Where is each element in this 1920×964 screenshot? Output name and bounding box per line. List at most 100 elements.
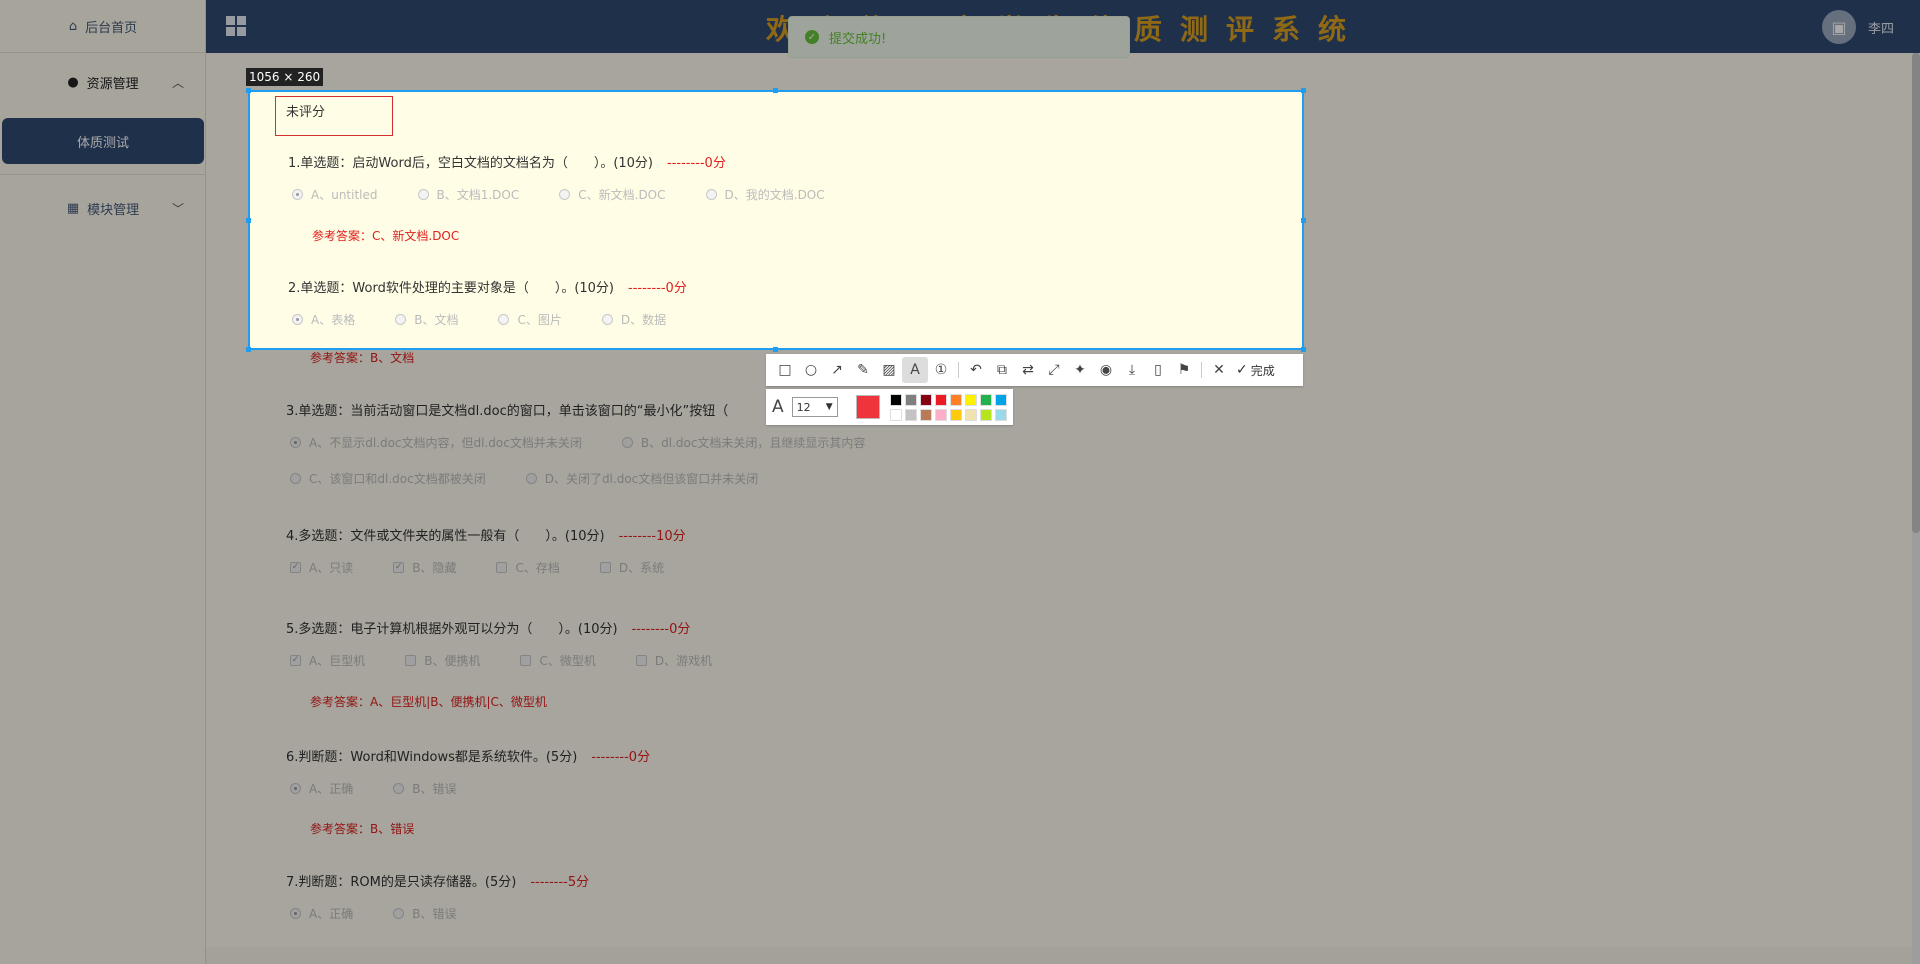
translate-icon[interactable]: ⇄ xyxy=(1015,357,1041,383)
checkbox-option[interactable]: B、便携机 xyxy=(405,652,480,669)
radio-option[interactable]: B、错误 xyxy=(393,780,456,797)
avatar[interactable]: ▣ xyxy=(1822,10,1856,44)
sidebar-item-home[interactable]: ⌂ 后台首页 xyxy=(0,0,206,52)
radio-option[interactable]: C、该窗口和dl.doc文档都被关闭 xyxy=(290,470,486,487)
radio-option[interactable]: A、表格 xyxy=(292,311,355,328)
radio-option[interactable]: D、关闭了dl.doc文档但该窗口并未关闭 xyxy=(525,470,758,487)
radio-button[interactable] xyxy=(498,314,510,325)
color-swatch[interactable] xyxy=(919,393,932,406)
checkbox[interactable] xyxy=(599,562,611,573)
checkbox[interactable] xyxy=(405,655,417,666)
undo-icon[interactable]: ↶ xyxy=(963,357,989,383)
checkbox[interactable] xyxy=(635,655,647,666)
checkbox[interactable] xyxy=(520,655,532,666)
checkbox-option[interactable]: C、存档 xyxy=(496,559,560,576)
color-swatch[interactable] xyxy=(949,393,962,406)
radio-option[interactable]: B、错误 xyxy=(393,905,456,922)
color-swatch[interactable] xyxy=(979,393,992,406)
color-swatch[interactable] xyxy=(889,408,902,421)
radio-button[interactable] xyxy=(290,908,301,919)
checkbox[interactable] xyxy=(496,562,508,573)
color-swatch[interactable] xyxy=(994,393,1007,406)
color-swatch[interactable] xyxy=(919,408,932,421)
font-size-select[interactable]: 12 ▼ xyxy=(791,397,838,417)
radio-button[interactable] xyxy=(417,189,429,200)
checkbox-option[interactable]: ✓ A、巨型机 xyxy=(290,652,365,669)
resize-handle[interactable] xyxy=(773,88,778,93)
checkbox-option[interactable]: D、游戏机 xyxy=(635,652,712,669)
resize-handle[interactable] xyxy=(1301,347,1306,352)
phone-icon[interactable]: ▯ xyxy=(1145,357,1171,383)
rectangle-tool-icon[interactable]: □ xyxy=(772,357,798,383)
radio-button[interactable] xyxy=(393,908,405,919)
pin-icon[interactable]: ✦ xyxy=(1067,357,1093,383)
screenshot-selection[interactable]: 1.单选题：启动Word后，空白文档的文档名为（ ）。(10分) --------… xyxy=(248,90,1304,350)
radio-button[interactable] xyxy=(290,437,301,448)
mosaic-tool-icon[interactable]: ▨ xyxy=(876,357,902,383)
pen-tool-icon[interactable]: ✎ xyxy=(850,357,876,383)
crop-icon[interactable]: ⧉ xyxy=(989,357,1015,383)
menu-grid-icon[interactable] xyxy=(226,16,246,36)
resize-handle[interactable] xyxy=(246,88,251,93)
serial-number-tool-icon[interactable]: ① xyxy=(928,357,954,383)
radio-button[interactable] xyxy=(525,473,537,484)
radio-button[interactable] xyxy=(705,189,717,200)
download-icon[interactable]: ⤓ xyxy=(1119,357,1145,383)
radio-option[interactable]: A、不显示dl.doc文档内容，但dl.doc文档并未关闭 xyxy=(290,434,582,451)
scrollbar-thumb[interactable] xyxy=(1912,53,1920,533)
radio-button[interactable] xyxy=(290,783,301,794)
color-swatch[interactable] xyxy=(934,408,947,421)
radio-option[interactable]: C、图片 xyxy=(498,311,562,328)
user-name[interactable]: 李四 xyxy=(1868,18,1894,37)
resize-handle[interactable] xyxy=(1301,88,1306,93)
text-tool-icon[interactable]: A xyxy=(902,357,928,383)
color-swatch[interactable] xyxy=(994,408,1007,421)
bookmark-icon[interactable]: ⚑ xyxy=(1171,357,1197,383)
checkbox-option[interactable]: ✓ A、只读 xyxy=(290,559,353,576)
ellipse-tool-icon[interactable]: ○ xyxy=(798,357,824,383)
checkbox[interactable]: ✓ xyxy=(290,655,301,666)
radio-option[interactable]: A、untitled xyxy=(292,186,378,203)
current-color-swatch[interactable] xyxy=(855,395,880,419)
color-swatch[interactable] xyxy=(934,393,947,406)
sidebar-item-module[interactable]: ▦ 模块管理 ﹀ xyxy=(0,182,206,234)
radio-button[interactable] xyxy=(292,189,303,200)
resize-handle[interactable] xyxy=(246,347,251,352)
radio-button[interactable] xyxy=(601,314,613,325)
radio-option[interactable]: B、文档 xyxy=(395,311,458,328)
sidebar-item-fitness-test[interactable]: 体质测试 xyxy=(2,118,204,164)
checkbox-option[interactable]: ✓ B、隐藏 xyxy=(393,559,456,576)
color-swatch[interactable] xyxy=(889,393,902,406)
color-swatch[interactable] xyxy=(949,408,962,421)
color-swatch[interactable] xyxy=(904,408,917,421)
radio-option[interactable]: B、文档1.DOC xyxy=(417,186,519,203)
resize-handle[interactable] xyxy=(773,347,778,352)
radio-button[interactable] xyxy=(290,473,301,484)
radio-option[interactable]: C、新文档.DOC xyxy=(559,186,666,203)
radio-button[interactable] xyxy=(559,189,571,200)
color-swatch[interactable] xyxy=(904,393,917,406)
radio-button[interactable] xyxy=(395,314,407,325)
resize-handle[interactable] xyxy=(1301,218,1306,223)
record-icon[interactable]: ◉ xyxy=(1093,357,1119,383)
radio-button[interactable] xyxy=(621,437,633,448)
radio-button[interactable] xyxy=(292,314,303,325)
radio-button[interactable] xyxy=(393,783,405,794)
checkbox[interactable]: ✓ xyxy=(393,562,405,573)
radio-option[interactable]: D、数据 xyxy=(601,311,666,328)
color-swatch[interactable] xyxy=(964,393,977,406)
long-screenshot-icon[interactable]: ⤢ xyxy=(1041,357,1067,383)
resize-handle[interactable] xyxy=(246,218,251,223)
checkbox[interactable]: ✓ xyxy=(290,562,301,573)
color-swatch[interactable] xyxy=(979,408,992,421)
radio-option[interactable]: D、我的文档.DOC xyxy=(705,186,825,203)
radio-option[interactable]: A、正确 xyxy=(290,905,353,922)
close-icon[interactable]: ✕ xyxy=(1206,357,1232,383)
checkbox-option[interactable]: C、微型机 xyxy=(520,652,596,669)
arrow-tool-icon[interactable]: ↗ xyxy=(824,357,850,383)
radio-option[interactable]: B、dl.doc文档未关闭，且继续显示其内容 xyxy=(621,434,865,451)
radio-option[interactable]: A、正确 xyxy=(290,780,353,797)
sidebar-item-resource[interactable]: ● 资源管理 ︿ xyxy=(0,56,206,108)
done-button[interactable]: ✓ 完成 xyxy=(1236,362,1275,379)
color-swatch[interactable] xyxy=(964,408,977,421)
